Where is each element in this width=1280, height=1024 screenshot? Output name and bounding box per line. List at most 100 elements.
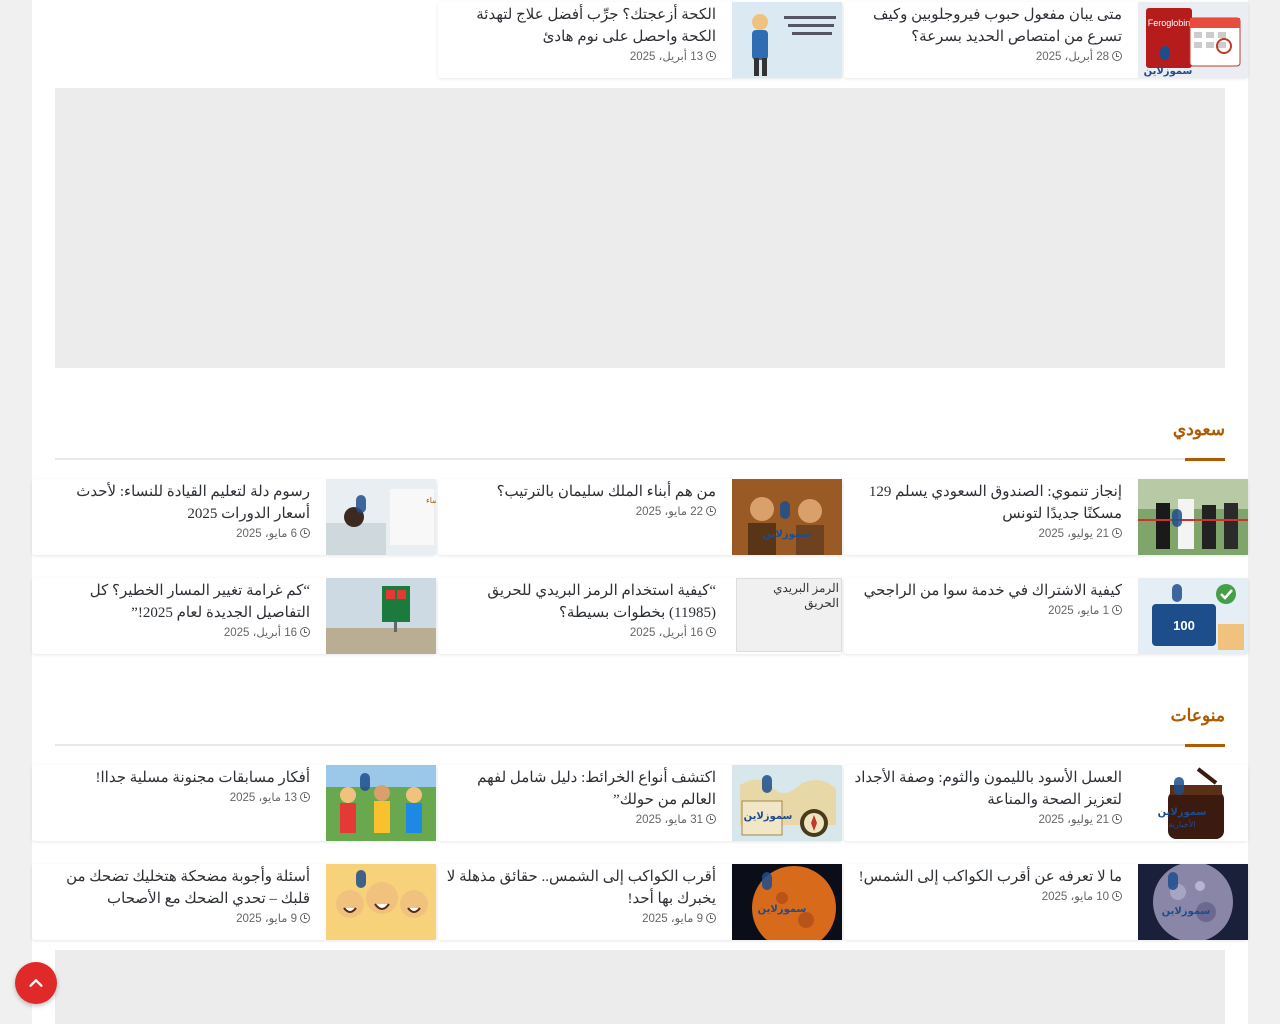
clock-icon bbox=[706, 814, 716, 824]
post-date: 31 مايو، 2025 bbox=[446, 812, 716, 826]
post-card[interactable]: إنجاز تنموي: الصندوق السعودي يسلم 129 مس… bbox=[844, 479, 1248, 555]
post-card[interactable]: أسئلة وأجوبة مضحكة هتخليك تضحك من قلبك –… bbox=[32, 864, 436, 940]
post-thumbnail[interactable] bbox=[326, 864, 436, 940]
post-date: 28 أبريل، 2025 bbox=[852, 49, 1122, 63]
post-date-text: 13 أبريل، 2025 bbox=[629, 51, 703, 63]
page-container: Feroglobin سموزلاين متى يبان مفعول حبوب … bbox=[32, 0, 1248, 1024]
thumbnail-driving-school-image: مدرسة لتعليم القيادة للنساء bbox=[326, 479, 436, 555]
thumbnail-road-sign-image bbox=[326, 578, 436, 654]
post-card[interactable]: سموزلاين أقرب الكواكب إلى الشمس.. حقائق … bbox=[438, 864, 842, 940]
post-card[interactable]: سموزلاين من هم أبناء الملك سليمان بالترت… bbox=[438, 479, 842, 555]
post-thumbnail[interactable]: Feroglobin سموزلاين bbox=[1138, 2, 1248, 78]
post-date-text: 16 أبريل، 2025 bbox=[629, 627, 703, 639]
post-title[interactable]: رسوم دلة لتعليم القيادة للنساء: لأحدث أس… bbox=[40, 481, 310, 525]
back-to-top-button[interactable] bbox=[15, 962, 57, 1004]
post-thumbnail[interactable]: سموزلاين bbox=[732, 479, 842, 555]
post-title[interactable]: من هم أبناء الملك سليمان بالترتيب؟ bbox=[446, 481, 716, 503]
post-date: 22 مايو، 2025 bbox=[446, 504, 716, 518]
clock-icon bbox=[1112, 891, 1122, 901]
thumbnail-honey-jar-image: سموزلاين الأخبارية bbox=[1138, 765, 1248, 841]
post-thumbnail[interactable]: سموزلاين bbox=[732, 864, 842, 940]
post-title[interactable]: أسئلة وأجوبة مضحكة هتخليك تضحك من قلبك –… bbox=[40, 866, 310, 910]
thumbnail-ceremony-image bbox=[1138, 479, 1248, 555]
post-date-text: 9 مايو، 2025 bbox=[236, 913, 297, 925]
post-date: 16 أبريل، 2025 bbox=[446, 625, 716, 639]
watermark-text: سموزلاين bbox=[763, 529, 812, 540]
post-card[interactable]: 100 كيفية الاشتراك في خدمة سوا من الراجح… bbox=[844, 578, 1248, 654]
clock-icon bbox=[706, 627, 716, 637]
clock-icon bbox=[706, 51, 716, 61]
clock-icon bbox=[1112, 51, 1122, 61]
post-date-text: 22 مايو، 2025 bbox=[635, 506, 703, 518]
clock-icon bbox=[300, 792, 310, 802]
thumbnail-map-image: سموزلاين bbox=[732, 765, 842, 841]
post-card[interactable]: مدرسة لتعليم القيادة للنساء رسوم دلة لتع… bbox=[32, 479, 436, 555]
post-date: 21 يوليو، 2025 bbox=[852, 812, 1122, 826]
post-card[interactable]: الكحة أزعجتك؟ جرِّب أفضل علاج لتهدئة الك… bbox=[438, 2, 842, 78]
post-thumbnail[interactable]: سموزلاين bbox=[732, 765, 842, 841]
post-thumbnail[interactable] bbox=[326, 765, 436, 841]
post-card[interactable]: الرمز البريدي الحريق “كيفية استخدام الرم… bbox=[438, 578, 842, 654]
watermark-subtext: الأخبارية bbox=[1169, 819, 1196, 829]
post-title[interactable]: أفكار مسابقات مجنونة مسلية جداا! bbox=[40, 767, 310, 789]
post-card[interactable]: سموزلاين الأخبارية العسل الأسود بالليمون… bbox=[844, 765, 1248, 841]
post-title[interactable]: إنجاز تنموي: الصندوق السعودي يسلم 129 مس… bbox=[852, 481, 1122, 525]
post-thumbnail[interactable] bbox=[732, 2, 842, 78]
watermark-text: سموزلاين bbox=[758, 904, 807, 915]
post-title[interactable]: متى يبان مفعول حبوب فيروجلوبين وكيف تسرع… bbox=[852, 4, 1122, 48]
post-thumbnail[interactable]: سموزلاين bbox=[1138, 864, 1248, 940]
post-thumbnail[interactable]: الرمز البريدي الحريق bbox=[732, 578, 842, 654]
clock-icon bbox=[300, 913, 310, 923]
section-title-misc[interactable]: منوعات bbox=[1171, 706, 1225, 726]
post-date: 1 مايو، 2025 bbox=[852, 603, 1122, 617]
post-date: 13 مايو، 2025 bbox=[40, 790, 310, 804]
clock-icon bbox=[300, 627, 310, 637]
post-date: 10 مايو، 2025 bbox=[852, 889, 1122, 903]
watermark-text: سموزلاين bbox=[1162, 906, 1211, 917]
post-title[interactable]: اكتشف أنواع الخرائط: دليل شامل لفهم العا… bbox=[446, 767, 716, 811]
post-date-text: 13 مايو، 2025 bbox=[229, 792, 297, 804]
thumbnail-prepaid-card-image: 100 bbox=[1138, 578, 1248, 654]
post-card[interactable]: “كم غرامة تغيير المسار الخطير؟ كل التفاص… bbox=[32, 578, 436, 654]
post-card[interactable]: سموزلاين اكتشف أنواع الخرائط: دليل شامل … bbox=[438, 765, 842, 841]
post-date-text: 21 يوليو، 2025 bbox=[1038, 814, 1109, 826]
post-thumbnail[interactable] bbox=[326, 578, 436, 654]
post-card[interactable]: أفكار مسابقات مجنونة مسلية جداا! 13 مايو… bbox=[32, 765, 436, 841]
post-date: 6 مايو، 2025 bbox=[40, 526, 310, 540]
post-date: 16 أبريل، 2025 bbox=[40, 625, 310, 639]
section-divider bbox=[55, 744, 1225, 746]
post-thumbnail[interactable]: سموزلاين الأخبارية bbox=[1138, 765, 1248, 841]
post-date: 21 يوليو، 2025 bbox=[852, 526, 1122, 540]
section-divider bbox=[55, 458, 1225, 460]
clock-icon bbox=[706, 913, 716, 923]
section-accent-bar bbox=[1185, 744, 1225, 747]
post-date-text: 31 مايو، 2025 bbox=[635, 814, 703, 826]
thumbnail-cartoon-laughing-image bbox=[326, 864, 436, 940]
clock-icon bbox=[1112, 814, 1122, 824]
post-card[interactable]: Feroglobin سموزلاين متى يبان مفعول حبوب … bbox=[844, 2, 1248, 78]
post-thumbnail[interactable]: مدرسة لتعليم القيادة للنساء bbox=[326, 479, 436, 555]
post-title[interactable]: كيفية الاشتراك في خدمة سوا من الراجحي bbox=[852, 580, 1122, 602]
post-title[interactable]: ما لا تعرفه عن أقرب الكواكب إلى الشمس! bbox=[852, 866, 1122, 888]
post-date-text: 28 أبريل، 2025 bbox=[1035, 51, 1109, 63]
post-date-text: 10 مايو، 2025 bbox=[1041, 891, 1109, 903]
post-title[interactable]: الكحة أزعجتك؟ جرِّب أفضل علاج لتهدئة الك… bbox=[446, 4, 716, 48]
thumbnail-cough-image bbox=[732, 2, 842, 78]
ad-placeholder bbox=[55, 950, 1225, 1024]
post-card[interactable]: سموزلاين ما لا تعرفه عن أقرب الكواكب إلى… bbox=[844, 864, 1248, 940]
broken-image: الرمز البريدي الحريق bbox=[736, 578, 842, 652]
thumbnail-label: Feroglobin bbox=[1148, 18, 1191, 28]
thumbnail-label: مدرسة لتعليم القيادة للنساء bbox=[426, 496, 436, 505]
post-title[interactable]: “كم غرامة تغيير المسار الخطير؟ كل التفاص… bbox=[40, 580, 310, 624]
post-date-text: 6 مايو، 2025 bbox=[236, 528, 297, 540]
post-thumbnail[interactable] bbox=[1138, 479, 1248, 555]
post-title[interactable]: أقرب الكواكب إلى الشمس.. حقائق مذهلة لا … bbox=[446, 866, 716, 910]
post-title[interactable]: “كيفية استخدام الرمز البريدي للحريق (119… bbox=[446, 580, 716, 624]
post-thumbnail[interactable]: 100 bbox=[1138, 578, 1248, 654]
post-date: 9 مايو، 2025 bbox=[446, 911, 716, 925]
post-date-text: 21 يوليو، 2025 bbox=[1038, 528, 1109, 540]
section-title-saudi[interactable]: سعودي bbox=[1173, 420, 1225, 440]
watermark-text: سموزلاين bbox=[1158, 807, 1207, 818]
post-title[interactable]: العسل الأسود بالليمون والثوم: وصفة الأجد… bbox=[852, 767, 1122, 811]
clock-icon bbox=[1112, 528, 1122, 538]
